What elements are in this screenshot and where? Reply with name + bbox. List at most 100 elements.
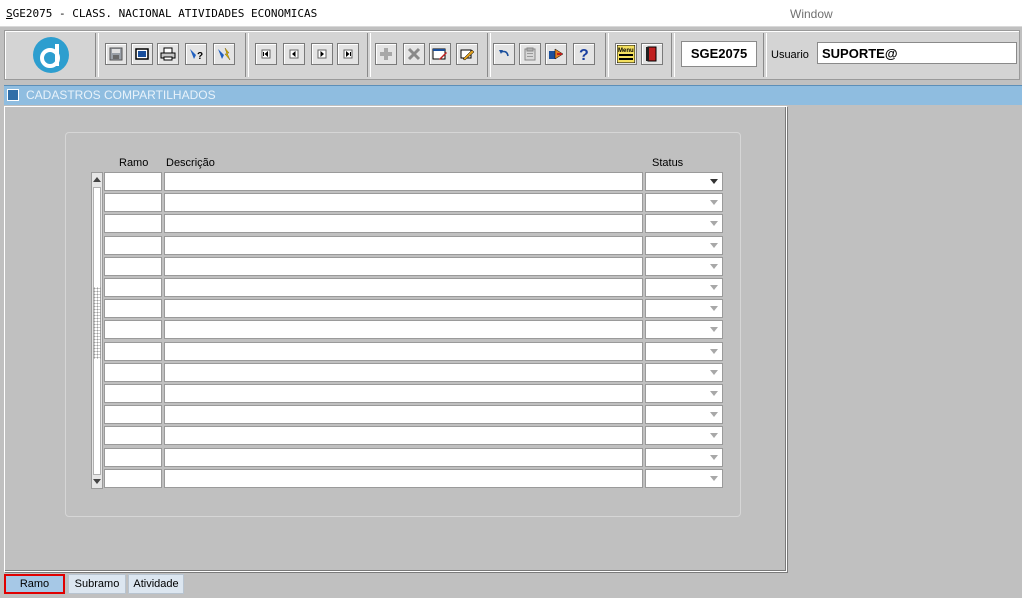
tab-subramo[interactable]: Subramo <box>68 574 126 594</box>
descricao-cell[interactable] <box>164 214 643 233</box>
insert-record-icon <box>380 48 392 60</box>
save-button[interactable] <box>105 43 127 65</box>
descricao-cell[interactable] <box>164 342 643 361</box>
execute-query-icon <box>218 47 231 61</box>
status-select[interactable] <box>645 299 723 318</box>
last-record-button[interactable] <box>337 43 359 65</box>
descricao-cell[interactable] <box>164 299 643 318</box>
ramo-cell[interactable] <box>104 469 162 488</box>
undo-button[interactable] <box>493 43 515 65</box>
chevron-down-icon[interactable] <box>707 259 721 274</box>
clipboard-button[interactable] <box>519 43 541 65</box>
descricao-cell[interactable] <box>164 363 643 382</box>
ramo-cell[interactable] <box>104 384 162 403</box>
ramo-cell[interactable] <box>104 405 162 424</box>
status-select[interactable] <box>645 426 723 445</box>
status-select[interactable] <box>645 214 723 233</box>
ramo-cell[interactable] <box>104 172 162 191</box>
previous-record-button[interactable] <box>283 43 305 65</box>
print-icon <box>160 47 176 61</box>
descricao-cell[interactable] <box>164 448 643 467</box>
ramo-cell[interactable] <box>104 448 162 467</box>
ramo-cell[interactable] <box>104 363 162 382</box>
chevron-down-icon[interactable] <box>707 344 721 359</box>
ramo-cell[interactable] <box>104 257 162 276</box>
exit-button[interactable] <box>641 43 663 65</box>
ramo-cell[interactable] <box>104 342 162 361</box>
chevron-down-icon[interactable] <box>707 386 721 401</box>
clear-record-button[interactable] <box>456 43 478 65</box>
ramo-cell[interactable] <box>104 320 162 339</box>
menu-button[interactable]: Menu <box>615 43 637 65</box>
pointer-button[interactable] <box>545 43 567 65</box>
status-select[interactable] <box>645 172 723 191</box>
descricao-cell[interactable] <box>164 172 643 191</box>
next-record-icon <box>317 49 327 59</box>
window-menu[interactable]: Window <box>790 7 833 21</box>
app-title-accelerator: S <box>6 7 13 20</box>
descricao-cell[interactable] <box>164 469 643 488</box>
toolbar-separator <box>763 33 767 77</box>
query-button[interactable]: ? <box>185 43 207 65</box>
pointer-icon <box>549 48 564 60</box>
chevron-down-icon[interactable] <box>707 365 721 380</box>
descricao-cell[interactable] <box>164 405 643 424</box>
insert-record-button[interactable] <box>375 43 397 65</box>
execute-query-button[interactable] <box>213 43 235 65</box>
window-button[interactable] <box>131 43 153 65</box>
app-title: SGE2075 - CLASS. NACIONAL ATIVIDADES ECO… <box>6 7 317 20</box>
status-select[interactable] <box>645 384 723 403</box>
help-button[interactable]: ? <box>573 43 595 65</box>
descricao-cell[interactable] <box>164 426 643 445</box>
app-title-text: GE2075 - CLASS. NACIONAL ATIVIDADES ECON… <box>12 7 318 20</box>
chevron-down-icon[interactable] <box>707 471 721 486</box>
chevron-down-icon[interactable] <box>707 195 721 210</box>
toolbar-separator <box>245 33 249 77</box>
ramo-cell[interactable] <box>104 278 162 297</box>
chevron-down-icon[interactable] <box>707 322 721 337</box>
status-select[interactable] <box>645 469 723 488</box>
status-select[interactable] <box>645 320 723 339</box>
ramo-cell[interactable] <box>104 299 162 318</box>
scroll-up-icon[interactable] <box>93 176 101 184</box>
descricao-cell[interactable] <box>164 384 643 403</box>
menu-icon: Menu <box>617 45 635 63</box>
status-select[interactable] <box>645 257 723 276</box>
status-select[interactable] <box>645 405 723 424</box>
edit-record-button[interactable] <box>429 43 451 65</box>
chevron-down-icon[interactable] <box>707 428 721 443</box>
next-record-button[interactable] <box>311 43 333 65</box>
ramo-cell[interactable] <box>104 426 162 445</box>
user-field[interactable]: SUPORTE@ <box>817 42 1017 64</box>
descricao-cell[interactable] <box>164 257 643 276</box>
status-select[interactable] <box>645 236 723 255</box>
chevron-down-icon[interactable] <box>707 407 721 422</box>
descricao-cell[interactable] <box>164 193 643 212</box>
scroll-down-icon[interactable] <box>93 477 101 485</box>
chevron-down-icon[interactable] <box>707 450 721 465</box>
chevron-down-icon[interactable] <box>707 238 721 253</box>
ramo-cell[interactable] <box>104 214 162 233</box>
status-select[interactable] <box>645 193 723 212</box>
status-select[interactable] <box>645 363 723 382</box>
descricao-cell[interactable] <box>164 236 643 255</box>
status-select[interactable] <box>645 278 723 297</box>
ramo-cell[interactable] <box>104 193 162 212</box>
status-select[interactable] <box>645 342 723 361</box>
descricao-cell[interactable] <box>164 278 643 297</box>
tab-ramo[interactable]: Ramo <box>4 574 65 594</box>
descricao-cell[interactable] <box>164 320 643 339</box>
delete-record-button[interactable] <box>403 43 425 65</box>
exit-icon <box>646 46 657 62</box>
window-icon <box>135 48 149 60</box>
tab-atividade[interactable]: Atividade <box>128 574 184 594</box>
ramo-cell[interactable] <box>104 236 162 255</box>
chevron-down-icon[interactable] <box>707 280 721 295</box>
svg-text:?: ? <box>197 51 203 61</box>
chevron-down-icon[interactable] <box>707 216 721 231</box>
chevron-down-icon[interactable] <box>707 301 721 316</box>
chevron-down-icon[interactable] <box>707 174 721 189</box>
print-button[interactable] <box>157 43 179 65</box>
status-select[interactable] <box>645 448 723 467</box>
first-record-button[interactable] <box>255 43 277 65</box>
